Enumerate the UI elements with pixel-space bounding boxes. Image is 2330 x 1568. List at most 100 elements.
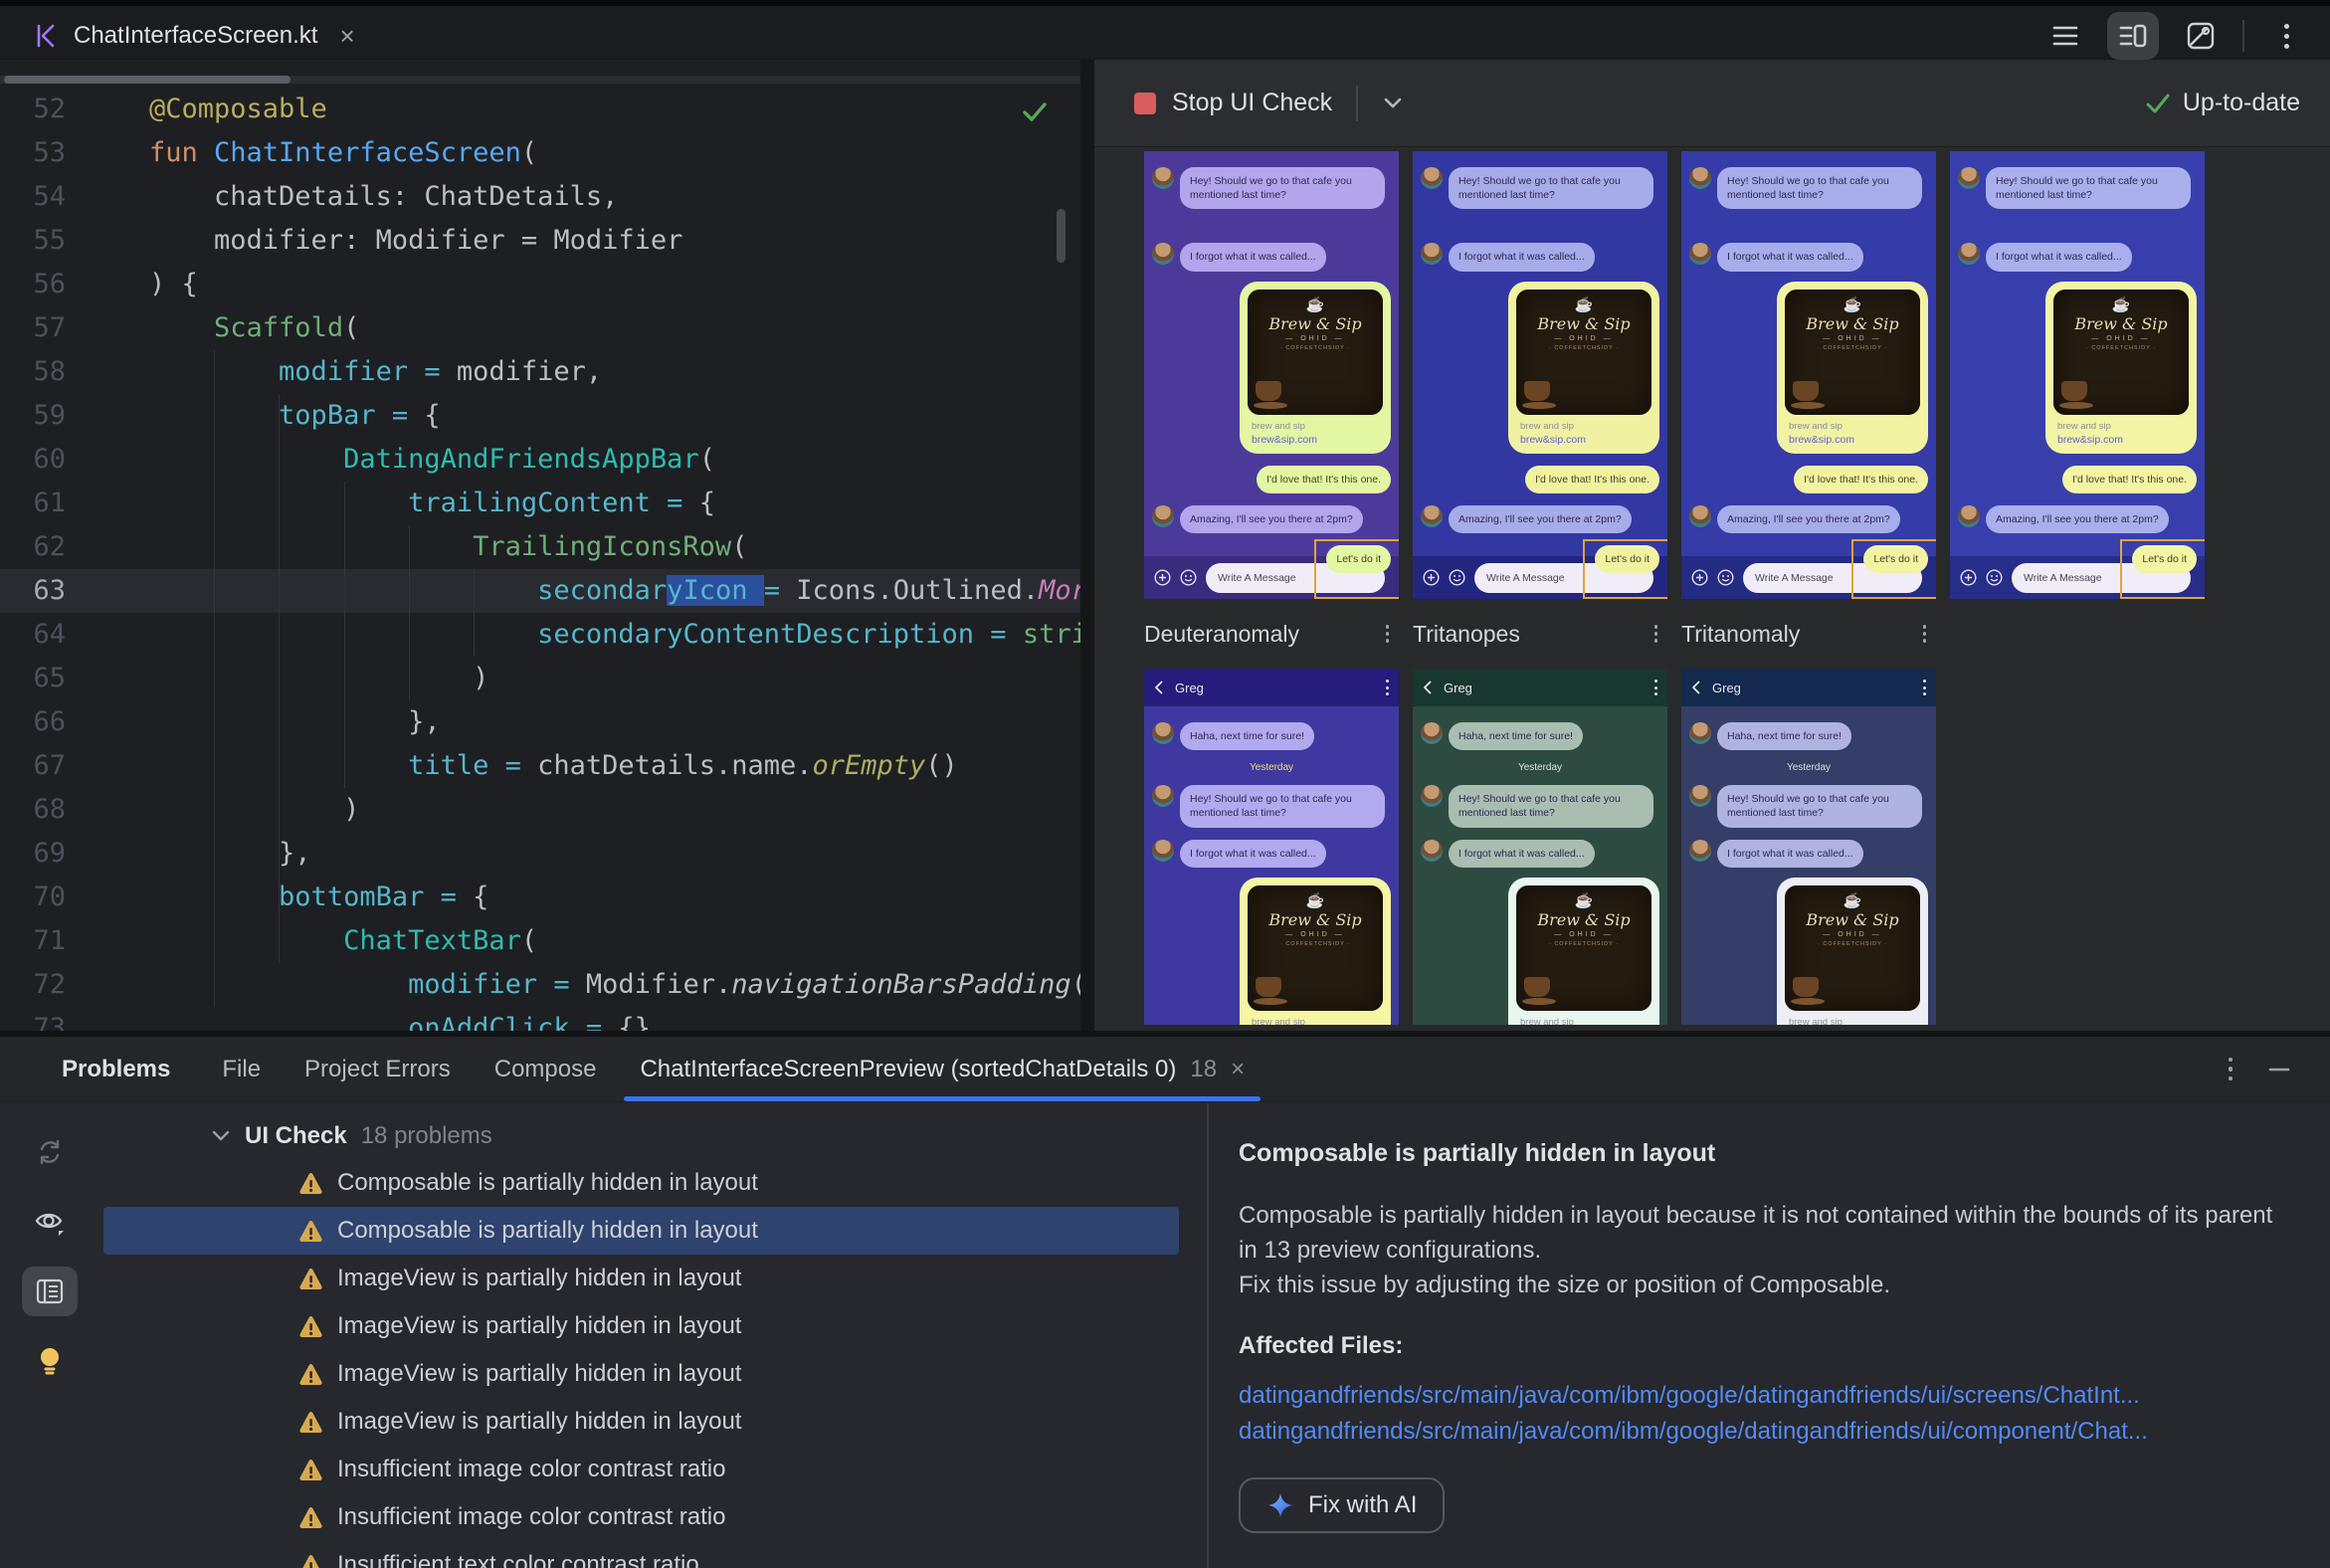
code-line: secondaryIcon = Icons.Outlined.More (149, 569, 1080, 613)
back-icon[interactable] (1423, 681, 1432, 694)
phone-preview[interactable]: Greg Haha, next time for sure! Yesterday He… (1681, 669, 1936, 1025)
avatar (1421, 243, 1443, 266)
close-tab-icon[interactable]: × (1231, 1056, 1245, 1083)
chat-bubble: Haha, next time for sure! (1449, 722, 1583, 751)
editor-tab[interactable]: ChatInterfaceScreen.kt × (22, 12, 365, 60)
chat-menu-icon[interactable] (1386, 680, 1389, 695)
card-tagline: · COFFEETCHSIDY · (1548, 344, 1620, 351)
stop-icon (1134, 92, 1156, 114)
message-row: I'd love that! It's this one. (1152, 465, 1391, 493)
code-line: trailingContent = { (149, 482, 1080, 525)
problem-item[interactable]: Insufficient text color contrast ratio (103, 1541, 1179, 1568)
emoji-icon[interactable] (1449, 569, 1465, 586)
chat-bubble: Hey! Should we go to that cafe you menti… (1717, 167, 1922, 210)
phone-preview[interactable]: Hey! Should we go to that cafe you menti… (1144, 151, 1399, 599)
tool-window-options-icon[interactable] (2228, 1057, 2233, 1081)
problem-item[interactable]: Composable is partially hidden in layout (103, 1207, 1179, 1255)
stop-ui-check-button[interactable]: Stop UI Check (1172, 89, 1332, 117)
card-subtitle: — OHID — (1285, 334, 1345, 342)
details-view-button[interactable] (22, 1267, 78, 1316)
preview-options-icon[interactable] (1922, 625, 1926, 643)
card-link[interactable]: brew&sip.com (1252, 434, 1383, 446)
vertical-scrollbar-thumb[interactable] (1057, 209, 1066, 263)
back-icon[interactable] (1154, 681, 1163, 694)
saucer-shape (1791, 401, 1825, 409)
code-content[interactable]: @Composable fun ChatInterfaceScreen( chat… (149, 88, 1080, 1031)
code-line: secondaryContentDescription = strin (149, 613, 1080, 657)
close-tab-icon[interactable]: × (339, 23, 354, 49)
message-row: I forgot what it was called... (1689, 839, 1928, 868)
message-row: Amazing, I'll see you there at 2pm? (1958, 504, 2197, 533)
tab-file[interactable]: File (200, 1037, 283, 1101)
brew-and-sip-image: ☕ Brew & Sip — OHID — · COFFEETCHSIDY · (1248, 884, 1383, 1011)
problem-item[interactable]: ImageView is partially hidden in layout (103, 1302, 1179, 1350)
problem-item[interactable]: ImageView is partially hidden in layout (103, 1398, 1179, 1446)
add-attachment-icon[interactable] (1423, 569, 1440, 586)
problem-item[interactable]: Insufficient image color contrast ratio (103, 1493, 1179, 1541)
chat-bubble: Hey! Should we go to that cafe you menti… (1986, 167, 2191, 210)
chat-menu-icon[interactable] (1654, 680, 1657, 695)
problem-item[interactable]: Composable is partially hidden in layout (103, 1159, 1179, 1207)
add-attachment-icon[interactable] (1154, 569, 1171, 586)
phone-preview[interactable]: Greg Haha, next time for sure! Yesterday He… (1413, 669, 1667, 1025)
saucer-shape (1254, 401, 1287, 409)
phone-preview[interactable]: Hey! Should we go to that cafe you menti… (1950, 151, 2205, 599)
problem-item[interactable]: Insufficient image color contrast ratio (103, 1446, 1179, 1493)
tab-project-errors[interactable]: Project Errors (283, 1037, 473, 1101)
code-line: }, (149, 832, 1080, 876)
tab-compose[interactable]: Compose (473, 1037, 619, 1101)
split-view-button[interactable] (2107, 12, 2159, 60)
affected-file-link[interactable]: datingandfriends/src/main/java/com/ibm/g… (1239, 1414, 2290, 1450)
chat-bubble: Hey! Should we go to that cafe you menti… (1717, 785, 1922, 828)
preview-canvas[interactable]: Hey! Should we go to that cafe you menti… (1094, 147, 2330, 1031)
editor-mode-actions (2039, 12, 2312, 60)
inspections-ok-icon[interactable] (1021, 99, 1049, 123)
card-link[interactable]: brew&sip.com (1789, 434, 1920, 446)
avatar (1152, 785, 1174, 808)
config-name: Deuteranomaly (1144, 620, 1299, 647)
code-view-button[interactable] (2039, 12, 2091, 60)
emoji-icon[interactable] (1717, 569, 1734, 586)
fix-with-ai-button[interactable]: Fix with AI (1239, 1477, 1446, 1533)
preview-config-label: Tritanomaly (1681, 621, 1936, 648)
preview-options-icon[interactable] (1653, 625, 1657, 643)
card-caption: brew and sip (1789, 420, 1843, 432)
suggestions-button[interactable] (22, 1336, 78, 1386)
chevron-down-icon[interactable] (1382, 97, 1404, 110)
card-link[interactable]: brew&sip.com (2057, 434, 2189, 446)
phone-preview[interactable]: Hey! Should we go to that cafe you menti… (1681, 151, 1936, 599)
toolwindow-title-problems[interactable]: Problems (40, 1037, 200, 1101)
chat-menu-icon[interactable] (1923, 680, 1926, 695)
avatar (1689, 785, 1711, 808)
preview-options-icon[interactable] (1385, 625, 1389, 643)
add-attachment-icon[interactable] (1960, 569, 1977, 586)
code-token: @Composable (149, 94, 327, 124)
problem-item[interactable]: ImageView is partially hidden in layout (103, 1350, 1179, 1398)
emoji-icon[interactable] (1986, 569, 2003, 586)
editor-more-button[interactable] (2260, 12, 2312, 60)
phone-preview[interactable]: Greg Haha, next time for sure! Yesterday He… (1144, 669, 1399, 1025)
chevron-expanded-icon (212, 1130, 230, 1141)
tab-chatinterfacescreenpreview-sortedchatdetails-0[interactable]: ChatInterfaceScreenPreview (sortedChatDe… (618, 1037, 1266, 1101)
horizontal-scrollbar[interactable] (0, 76, 1080, 84)
preview-view-button[interactable] (2175, 12, 2227, 60)
horizontal-scrollbar-thumb[interactable] (4, 76, 291, 84)
card-link[interactable]: brew&sip.com (1520, 434, 1651, 446)
problem-item[interactable]: ImageView is partially hidden in layout (103, 1255, 1179, 1302)
back-icon[interactable] (1691, 681, 1700, 694)
card-subtitle: — OHID — (1823, 334, 1882, 342)
add-attachment-icon[interactable] (1691, 569, 1708, 586)
phone-preview[interactable]: Hey! Should we go to that cafe you menti… (1413, 151, 1667, 599)
code-editor[interactable]: 52 53 54 55 56 57 58 59 60 61 62 63 64 65 66 67 68 69 70 71… (0, 60, 1080, 1031)
avatar (1152, 504, 1174, 527)
minimize-icon[interactable] (2266, 1057, 2292, 1082)
emoji-icon[interactable] (1180, 569, 1197, 586)
refresh-button[interactable] (22, 1127, 78, 1177)
brew-and-sip-image: ☕ Brew & Sip — OHID — · COFFEETCHSIDY · (1248, 289, 1383, 415)
view-options-button[interactable] (22, 1197, 78, 1247)
config-name: Tritanomaly (1681, 620, 1801, 647)
affected-file-link[interactable]: datingandfriends/src/main/java/com/ibm/g… (1239, 1378, 2290, 1414)
editor-preview-splitter[interactable] (1080, 60, 1094, 1031)
problems-group-header[interactable]: UI Check 18 problems (99, 1113, 1207, 1159)
message-row: Hey! Should we go to that cafe you menti… (1958, 167, 2197, 210)
